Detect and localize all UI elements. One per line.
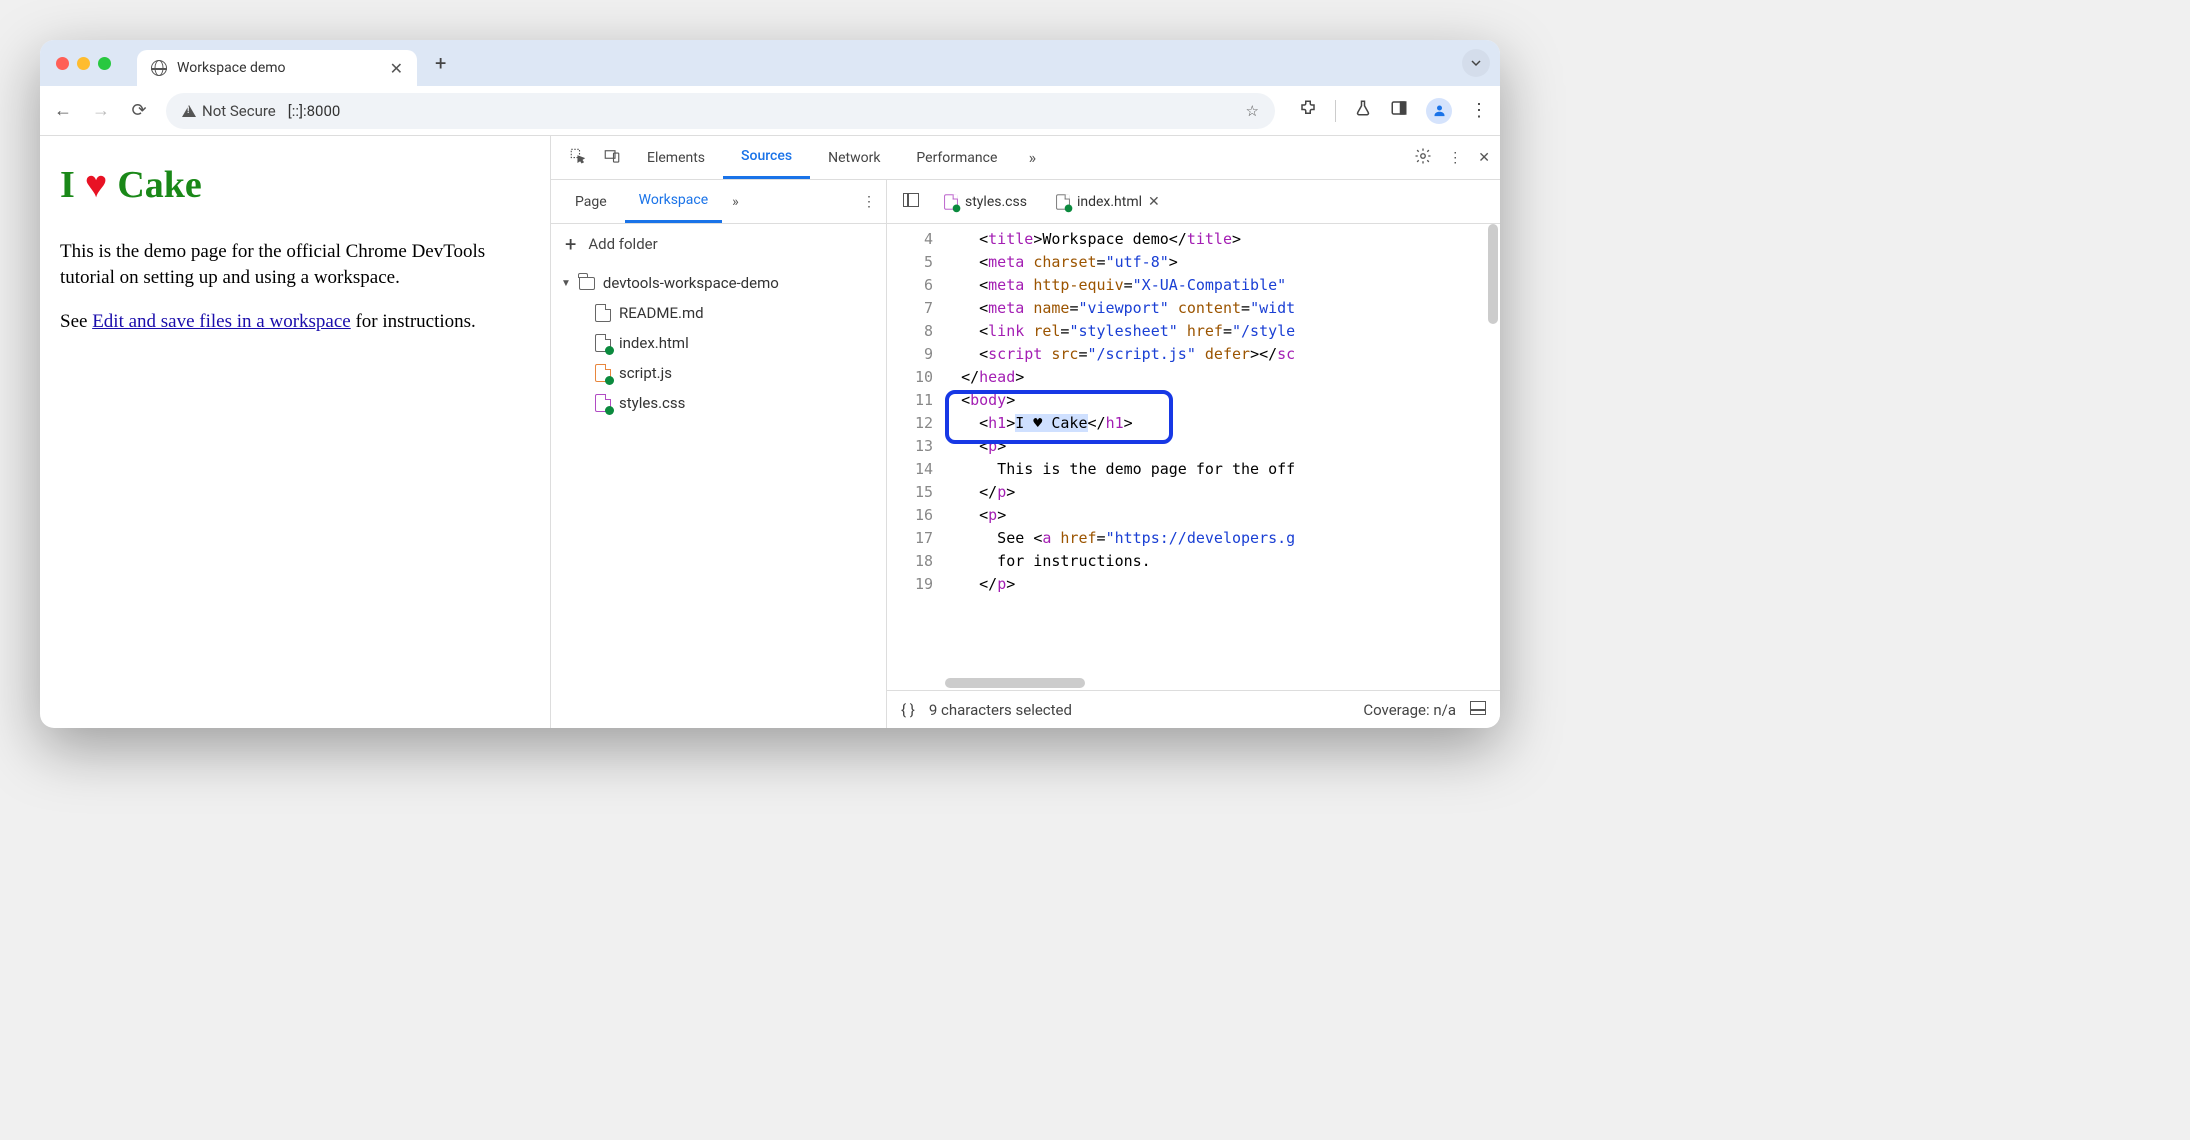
tree-file[interactable]: README.md — [551, 298, 886, 328]
tab-title: Workspace demo — [177, 60, 380, 76]
devtools-tab-bar: Elements Sources Network Performance » ⋮… — [551, 136, 1500, 180]
editor-tab[interactable]: styles.css — [931, 180, 1039, 223]
more-subtabs-button[interactable]: » — [732, 194, 739, 210]
editor-status-bar: { } 9 characters selected Coverage: n/a — [887, 690, 1500, 728]
security-chip[interactable]: Not Secure — [182, 102, 276, 120]
chevron-down-icon — [1470, 57, 1482, 69]
settings-gear-icon[interactable] — [1414, 147, 1432, 169]
folder-icon — [579, 277, 595, 290]
security-label: Not Secure — [202, 102, 276, 120]
url-text: [::]:8000 — [288, 102, 341, 120]
file-icon — [1056, 194, 1070, 209]
tutorial-link[interactable]: Edit and save files in a workspace — [92, 311, 351, 332]
horizontal-scrollbar[interactable] — [945, 678, 1085, 688]
reload-button[interactable]: ⟳ — [128, 100, 150, 121]
browser-window: Workspace demo ✕ + ← → ⟳ Not Secure [::]… — [40, 40, 1500, 728]
browser-tab[interactable]: Workspace demo ✕ — [137, 50, 417, 86]
code-content[interactable]: <title>Workspace demo</title> <meta char… — [943, 224, 1500, 690]
device-toolbar-icon[interactable] — [595, 147, 629, 169]
toggle-navigator-icon[interactable] — [895, 193, 927, 211]
h1-text: Cake — [117, 160, 201, 211]
line-number-gutter: 45678910111213141516171819 — [887, 224, 943, 690]
profile-avatar[interactable] — [1426, 98, 1452, 124]
pretty-print-icon[interactable]: { } — [901, 701, 915, 719]
file-icon — [944, 194, 958, 209]
tree-file[interactable]: script.js — [551, 358, 886, 388]
toolbar-actions: ⋮ — [1299, 98, 1488, 124]
tab-performance[interactable]: Performance — [898, 136, 1015, 179]
add-folder-button[interactable]: + Add folder — [551, 224, 886, 264]
editor-tab-bar: styles.css index.html ✕ — [887, 180, 1500, 224]
globe-icon — [151, 60, 167, 76]
coverage-status: Coverage: n/a — [1363, 701, 1456, 719]
highlight-annotation — [945, 390, 1173, 444]
extensions-icon[interactable] — [1299, 99, 1317, 122]
selection-status: 9 characters selected — [929, 701, 1072, 719]
navigator-menu-icon[interactable]: ⋮ — [862, 194, 876, 210]
file-icon — [595, 334, 611, 352]
divider — [1335, 100, 1336, 122]
vertical-scrollbar[interactable] — [1488, 224, 1498, 324]
window-controls — [56, 57, 111, 70]
file-icon — [595, 304, 611, 322]
devtools-panel: Elements Sources Network Performance » ⋮… — [550, 136, 1500, 728]
sources-body: Page Workspace » ⋮ + Add folder ▼ devtoo — [551, 180, 1500, 728]
side-panel-icon[interactable] — [1390, 99, 1408, 122]
tab-strip: Workspace demo ✕ + — [40, 40, 1500, 86]
subtab-page[interactable]: Page — [561, 180, 621, 223]
code-editor[interactable]: 45678910111213141516171819 <title>Worksp… — [887, 224, 1500, 690]
disclosure-triangle-icon: ▼ — [561, 278, 571, 289]
tab-search-button[interactable] — [1462, 49, 1490, 77]
file-icon — [595, 394, 611, 412]
sources-editor-pane: styles.css index.html ✕ 4567891011121314… — [887, 180, 1500, 728]
tree-folder[interactable]: ▼ devtools-workspace-demo — [551, 268, 886, 298]
chrome-menu-button[interactable]: ⋮ — [1470, 100, 1488, 121]
kebab-menu-icon[interactable]: ⋮ — [1448, 150, 1462, 166]
tab-network[interactable]: Network — [810, 136, 898, 179]
maximize-window-button[interactable] — [98, 57, 111, 70]
paragraph: See Edit and save files in a workspace f… — [60, 309, 530, 335]
address-bar[interactable]: Not Secure [::]:8000 ☆ — [166, 93, 1275, 129]
new-tab-button[interactable]: + — [435, 51, 446, 75]
plus-icon: + — [565, 232, 576, 256]
main-split: I ♥ Cake This is the demo page for the o… — [40, 136, 1500, 728]
rendered-page: I ♥ Cake This is the demo page for the o… — [40, 136, 550, 728]
inspect-element-icon[interactable] — [561, 147, 595, 169]
warning-icon — [182, 105, 196, 117]
tab-sources[interactable]: Sources — [723, 136, 810, 179]
close-window-button[interactable] — [56, 57, 69, 70]
minimize-window-button[interactable] — [77, 57, 90, 70]
file-tree: ▼ devtools-workspace-demo README.md inde… — [551, 264, 886, 422]
bookmark-star-icon[interactable]: ☆ — [1246, 102, 1259, 120]
close-editor-tab-button[interactable]: ✕ — [1148, 194, 1160, 210]
toolbar: ← → ⟳ Not Secure [::]:8000 ☆ — [40, 86, 1500, 136]
back-button[interactable]: ← — [52, 100, 74, 121]
subtab-workspace[interactable]: Workspace — [625, 180, 723, 223]
close-tab-button[interactable]: ✕ — [390, 59, 403, 78]
sources-navigator: Page Workspace » ⋮ + Add folder ▼ devtoo — [551, 180, 887, 728]
close-devtools-button[interactable]: ✕ — [1478, 150, 1490, 166]
file-icon — [595, 364, 611, 382]
editor-tab[interactable]: index.html ✕ — [1043, 180, 1172, 223]
more-tabs-button[interactable]: » — [1015, 148, 1049, 167]
heart-icon: ♥ — [85, 160, 108, 211]
tab-elements[interactable]: Elements — [629, 136, 723, 179]
navigator-tabs: Page Workspace » ⋮ — [551, 180, 886, 224]
forward-button[interactable]: → — [90, 100, 112, 121]
page-heading: I ♥ Cake — [60, 160, 530, 211]
labs-icon[interactable] — [1354, 99, 1372, 122]
h1-text: I — [60, 160, 75, 211]
toggle-drawer-icon[interactable] — [1470, 701, 1486, 719]
tree-file[interactable]: index.html — [551, 328, 886, 358]
tree-file[interactable]: styles.css — [551, 388, 886, 418]
paragraph: This is the demo page for the official C… — [60, 239, 530, 290]
